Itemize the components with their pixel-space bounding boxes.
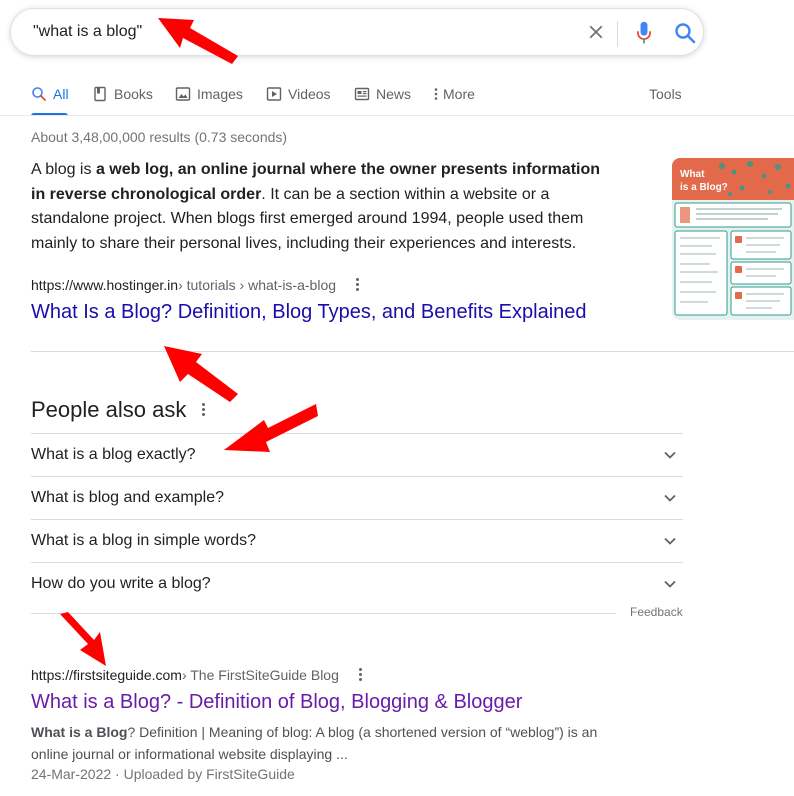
search-divider — [617, 21, 618, 47]
chevron-down-icon — [664, 494, 676, 502]
tab-label: More — [443, 86, 475, 102]
source-domain: https://firstsiteguide.com — [31, 667, 182, 683]
more-options-icon[interactable] — [202, 402, 206, 418]
svg-text:What: What — [680, 169, 705, 180]
tab-images[interactable]: Images — [175, 84, 243, 104]
chevron-down-icon — [664, 537, 676, 545]
people-also-ask-heading: People also ask — [31, 397, 206, 423]
result-title-link[interactable]: What is a Blog? - Definition of Blog, Bl… — [31, 691, 522, 714]
paa-title-text: People also ask — [31, 397, 187, 422]
featured-snippet-text: A blog is a web log, an online journal w… — [31, 158, 611, 256]
snippet-divider — [31, 351, 794, 352]
tab-label: Books — [114, 86, 153, 102]
result-stats: About 3,48,00,000 results (0.73 seconds) — [31, 129, 288, 145]
feedback-link[interactable]: Feedback — [630, 605, 683, 619]
search-icon — [32, 87, 46, 101]
paa-question[interactable]: What is a blog exactly? — [31, 433, 683, 476]
paa-divider — [31, 613, 616, 614]
paa-question-text: What is a blog exactly? — [31, 446, 196, 463]
tab-all[interactable]: All — [31, 84, 69, 104]
video-icon — [266, 87, 282, 101]
tools-label: Tools — [649, 86, 682, 102]
more-options-icon[interactable] — [356, 277, 360, 293]
paa-question[interactable]: What is blog and example? — [31, 476, 683, 519]
more-vert-icon — [434, 88, 438, 100]
result-source[interactable]: https://firstsiteguide.com › The FirstSi… — [31, 667, 363, 683]
snippet-thumbnail[interactable]: What is a Blog? — [672, 158, 794, 320]
tab-label: Videos — [288, 86, 331, 102]
paa-question-text: What is a blog in simple words? — [31, 532, 256, 549]
snippet-result-title-link[interactable]: What Is a Blog? Definition, Blog Types, … — [31, 301, 587, 324]
paa-question-text: How do you write a blog? — [31, 575, 211, 592]
svg-text:is a Blog?: is a Blog? — [680, 182, 728, 193]
source-breadcrumb: › The FirstSiteGuide Blog — [181, 667, 339, 683]
source-breadcrumb: › tutorials › what-is-a-blog — [178, 277, 337, 293]
annotation-arrow — [60, 612, 106, 666]
search-tabs: All Books Images Videos News More Tools — [0, 74, 794, 116]
result-snippet-bold: What is a Blog — [31, 724, 128, 740]
search-box[interactable]: "what is a blog" — [10, 8, 704, 56]
people-also-ask-list: What is a blog exactly? What is blog and… — [31, 433, 683, 605]
tab-label: Images — [197, 86, 243, 102]
tabs-divider — [0, 115, 794, 116]
tools-button[interactable]: Tools — [649, 84, 682, 104]
blog-infographic-image: What is a Blog? — [672, 158, 794, 320]
paa-question[interactable]: What is a blog in simple words? — [31, 519, 683, 562]
chevron-down-icon — [664, 580, 676, 588]
paa-question[interactable]: How do you write a blog? — [31, 562, 683, 605]
snippet-text-start: A blog is — [31, 161, 96, 178]
more-options-icon[interactable] — [358, 667, 363, 683]
tab-books[interactable]: Books — [92, 84, 153, 104]
tab-label: News — [376, 86, 412, 102]
tab-news[interactable]: News — [354, 84, 411, 104]
chevron-down-icon — [664, 451, 676, 459]
search-icon[interactable] — [673, 21, 697, 45]
result-snippet: What is a Blog? Definition | Meaning of … — [31, 721, 631, 765]
result-date-line: 24-Mar-2022 · Uploaded by FirstSiteGuide — [31, 766, 295, 782]
news-icon — [354, 87, 370, 101]
tab-label: All — [53, 86, 69, 102]
microphone-icon[interactable] — [633, 20, 655, 46]
search-input[interactable]: "what is a blog" — [33, 23, 142, 41]
close-icon[interactable] — [585, 21, 607, 43]
source-domain: https://www.hostinger.in — [31, 277, 179, 293]
image-icon — [175, 87, 191, 101]
tab-videos[interactable]: Videos — [266, 84, 331, 104]
tab-more[interactable]: More — [433, 84, 475, 104]
book-icon — [94, 86, 106, 102]
paa-question-text: What is blog and example? — [31, 489, 224, 506]
snippet-source[interactable]: https://www.hostinger.in › tutorials › w… — [31, 277, 360, 293]
